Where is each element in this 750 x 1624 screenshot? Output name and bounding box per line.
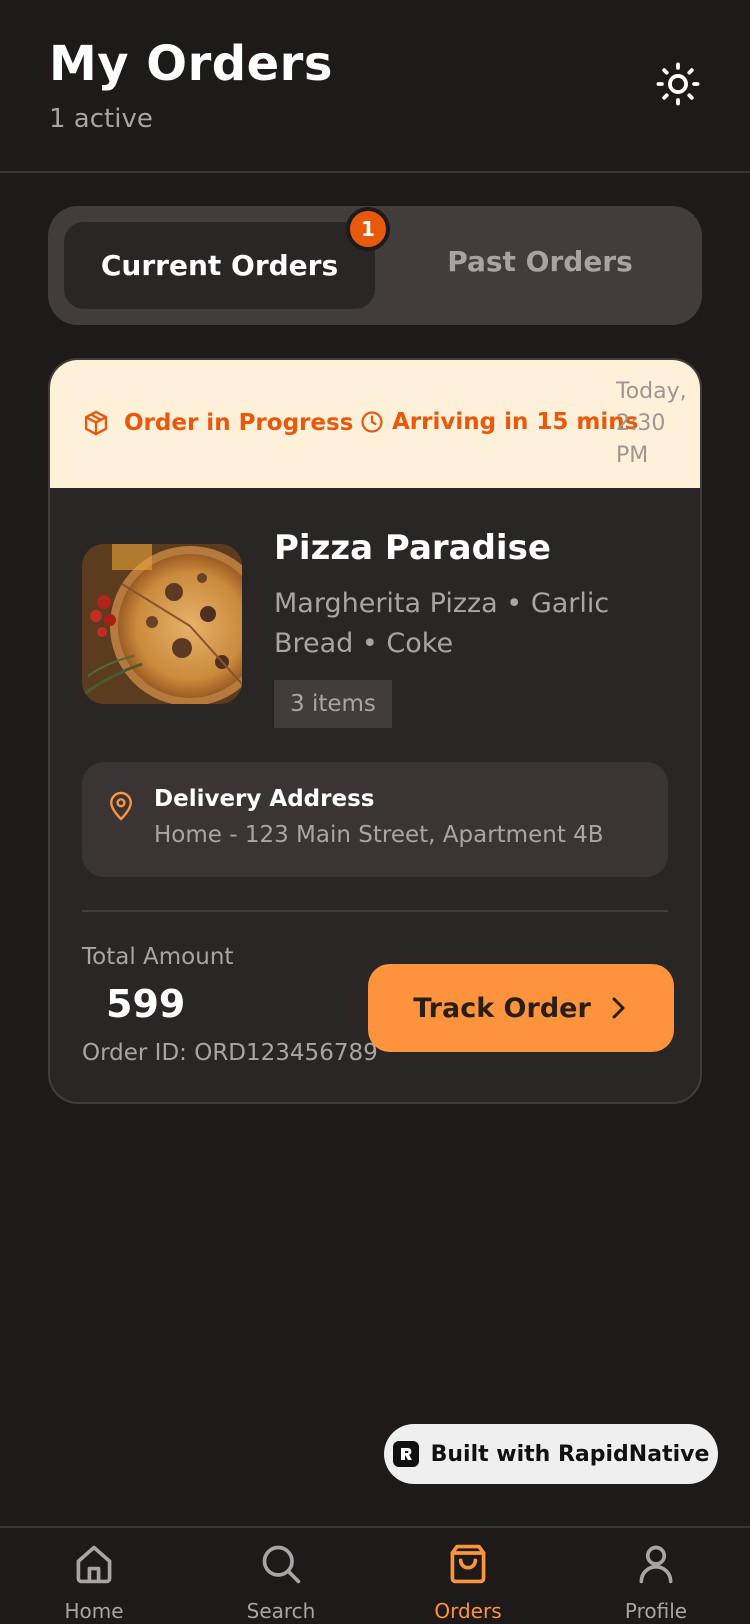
package-icon [82,409,110,437]
tab-past-orders[interactable]: Past Orders [392,222,688,309]
home-icon [72,1542,116,1591]
nav-label-home: Home [64,1599,124,1623]
delivery-address-box: Delivery Address Home - 123 Main Street,… [82,762,668,877]
items-count-badge: 3 items [274,680,392,728]
order-id: Order ID: ORD123456789 [82,1040,378,1066]
sun-icon [655,61,701,111]
order-time: Today, 2:30 PM [616,379,687,468]
tab-current-orders[interactable]: Current Orders [64,222,375,309]
track-order-button[interactable]: Track Order [368,964,674,1052]
page-title: My Orders [49,36,333,92]
total-amount-value: 599 [106,982,186,1026]
bottom-navigation: Home Search Orders Profile [0,1526,750,1624]
current-orders-badge: 1 [346,207,390,251]
order-card[interactable]: Order in Progress Arriving in 15 mins To… [48,358,702,1104]
nav-item-orders[interactable]: Orders [393,1542,543,1624]
restaurant-name: Pizza Paradise [274,528,551,568]
user-icon [634,1542,678,1591]
restaurant-food-image [82,544,242,704]
delivery-address-text: Home - 123 Main Street, Apartment 4B [154,822,604,848]
shopping-bag-icon [446,1542,490,1591]
clock-icon [360,410,384,434]
map-pin-icon [108,790,134,826]
order-eta: Arriving in 15 mins [360,409,638,435]
theme-toggle-button[interactable] [652,60,704,112]
search-icon [259,1542,303,1591]
order-status-bar: Order in Progress Arriving in 15 mins To… [50,360,700,488]
chevron-right-icon [607,995,629,1021]
track-order-label: Track Order [413,992,591,1024]
active-count: 1 active [49,104,153,134]
built-with-badge[interactable]: Built with RapidNative [384,1424,718,1484]
nav-item-profile[interactable]: Profile [581,1542,731,1624]
card-divider [82,910,668,912]
nav-label-orders: Orders [434,1599,502,1623]
rapidnative-logo-icon [392,1441,419,1467]
order-items-summary: Margherita Pizza • Garlic Bread • Coke [274,588,610,659]
nav-label-search: Search [246,1599,316,1623]
order-eta-label: Arriving in 15 mins [392,409,639,435]
header: My Orders 1 active [0,0,750,173]
nav-label-profile: Profile [624,1599,688,1623]
built-with-label: Built with RapidNative [430,1441,710,1467]
order-status-label: Order in Progress [124,410,354,436]
nav-item-home[interactable]: Home [19,1542,169,1624]
order-status: Order in Progress [82,409,353,437]
total-amount-label: Total Amount [82,944,234,970]
delivery-address-title: Delivery Address [154,786,375,812]
nav-item-search[interactable]: Search [206,1542,356,1624]
